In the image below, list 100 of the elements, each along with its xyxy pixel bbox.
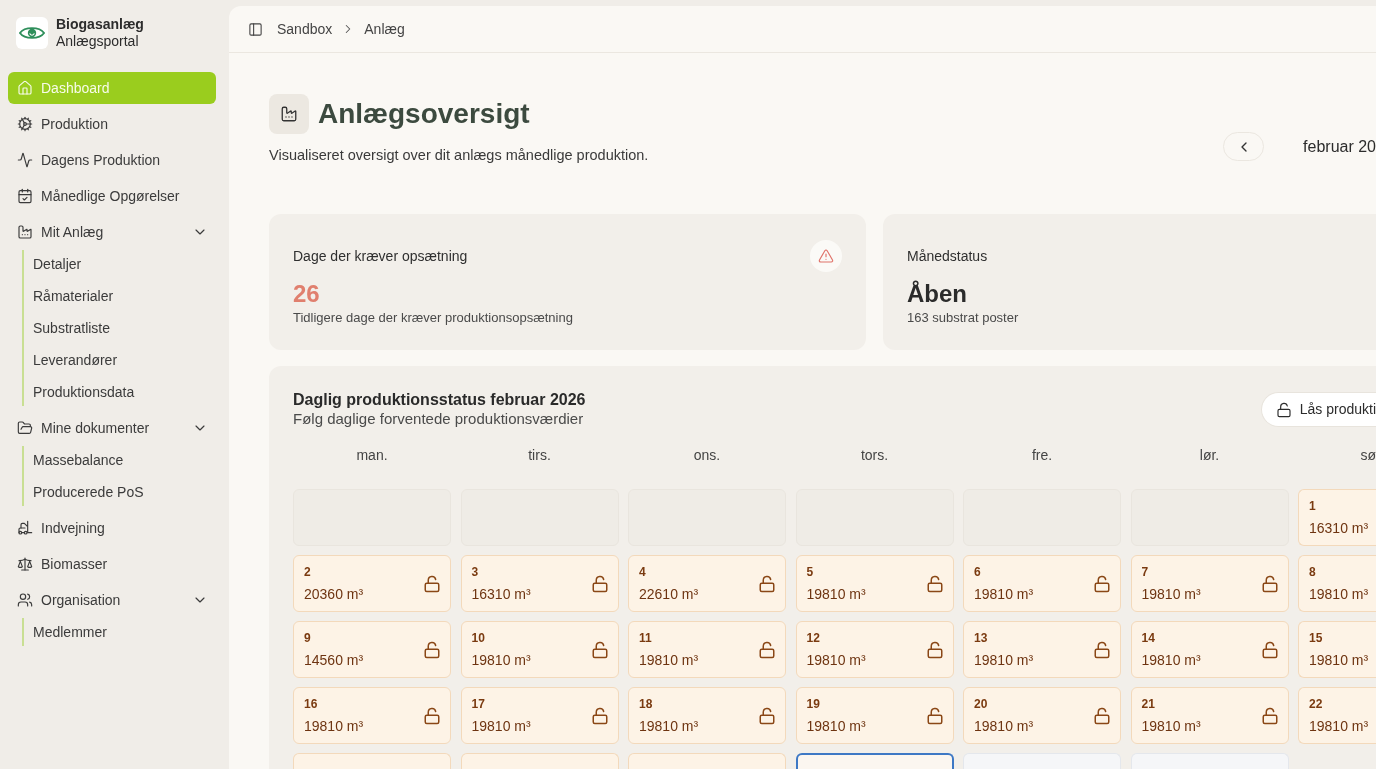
stat-note: Tidligere dage der kræver produktionsopsætning [293,310,573,326]
padlock-open-icon[interactable] [590,706,609,725]
nav-item[interactable]: Indvejning [8,512,216,544]
padlock-open-icon[interactable] [590,574,609,593]
production-value: 16310 m³ [471,584,531,604]
forklift-icon [17,520,33,536]
day-cell[interactable]: 5 19810 m³ [795,555,954,612]
production-value: 19810 m³ [806,584,866,604]
calendar-check-icon [17,188,33,204]
day-cell[interactable]: 2 20360 m³ [293,555,451,612]
day-cell[interactable]: 9 14560 m³ [293,621,451,678]
day-number: 1 [1309,497,1316,514]
weekday-label: man. [356,446,388,465]
weekday-label: lør. [1199,446,1220,465]
day-cell[interactable]: 15 19810 m³ [1298,621,1376,678]
padlock-open-icon[interactable] [925,640,944,659]
nav-item[interactable]: Mit Anlæg [8,216,216,248]
day-cell[interactable] [628,753,786,769]
day-number: 4 [639,563,646,580]
day-cell[interactable] [460,753,619,769]
day-cell[interactable]: 1 16310 m³ [1298,489,1376,546]
padlock-open-icon[interactable] [423,574,441,593]
production-value: 19810 m³ [639,716,699,736]
day-number: 7 [1141,563,1149,580]
nav-item[interactable]: Mine dokumenter [8,412,216,444]
padlock-open-icon[interactable] [423,706,441,725]
stat-label: Dage der kræver opsætning [293,246,468,266]
nav-item[interactable]: Organisation [8,584,216,616]
day-number: 12 [806,629,820,646]
day-number: 14 [1141,629,1155,646]
calendar-subtitle: Følg daglige forventede produktionsværdier [293,410,584,428]
gear-icon [17,116,33,132]
today-cell[interactable] [795,753,954,769]
padlock-open-icon[interactable] [590,640,609,659]
day-cell[interactable]: 3 16310 m³ [460,555,619,612]
day-cell[interactable]: 18 19810 m³ [628,687,786,744]
weekday-label: tirs. [528,446,551,465]
day-cell[interactable]: 12 19810 m³ [795,621,954,678]
breadcrumb-link[interactable]: Sandbox [277,18,333,40]
day-cell[interactable]: 8 19810 m³ [1298,555,1376,612]
day-cell[interactable]: 17 19810 m³ [460,687,619,744]
production-value: 16310 m³ [1309,518,1369,538]
padlock-open-icon[interactable] [1260,640,1279,659]
nav-subitem[interactable]: Detaljer [27,250,216,278]
production-value: 19810 m³ [1141,716,1201,736]
weekday-label: tors. [860,446,889,465]
day-number: 20 [974,695,988,712]
production-value: 19810 m³ [471,650,531,670]
padlock-open-icon[interactable] [1093,574,1111,593]
day-number: 16 [304,695,318,712]
nav-subitem[interactable]: Substratliste [27,314,216,342]
nav-subitem[interactable]: Leverandører [27,346,216,374]
production-value: 19810 m³ [806,716,866,736]
nav-item[interactable]: Biomasser [8,548,216,580]
day-number: 10 [471,629,485,646]
padlock-open-icon[interactable] [925,574,944,593]
scale-icon [17,556,33,572]
day-cell[interactable]: 4 22610 m³ [628,555,786,612]
nav-item[interactable]: Produktion [8,108,216,140]
day-cell[interactable] [293,753,451,769]
padlock-open-icon[interactable] [758,640,776,659]
nav-subitem[interactable]: Massebalance [27,446,216,474]
production-value: 19810 m³ [974,716,1034,736]
padlock-open-icon[interactable] [925,706,944,725]
day-cell[interactable]: 22 19810 m³ [1298,687,1376,744]
stat-value: Åben [907,279,967,309]
padlock-open-icon[interactable] [1093,706,1111,725]
nav-item[interactable]: Månedlige Opgørelser [8,180,216,212]
nav-subitem[interactable]: Medlemmer [27,618,216,646]
nav-item[interactable]: Dagens Produktion [8,144,216,176]
padlock-open-icon[interactable] [1093,640,1111,659]
lock-production-button[interactable]: Lås produkti [1260,392,1376,427]
nav-subitem[interactable]: Produktionsdata [27,378,216,406]
padlock-open-icon[interactable] [1260,706,1279,725]
day-cell[interactable]: 10 19810 m³ [460,621,619,678]
sidebar-toggle-icon[interactable] [248,21,263,37]
production-value: 20360 m³ [304,584,364,604]
day-cell[interactable]: 16 19810 m³ [293,687,451,744]
day-cell[interactable]: 14 19810 m³ [1130,621,1289,678]
day-cell[interactable]: 11 19810 m³ [628,621,786,678]
padlock-open-icon[interactable] [758,574,776,593]
day-number: 11 [639,629,652,646]
weekday-label: fre. [1031,446,1053,465]
padlock-open-icon[interactable] [423,640,441,659]
day-cell[interactable]: 13 19810 m³ [963,621,1121,678]
production-value: 19810 m³ [1141,650,1201,670]
day-number: 22 [1309,695,1323,712]
day-cell[interactable]: 7 19810 m³ [1130,555,1289,612]
nav-subitem[interactable]: Producerede PoS [27,478,216,506]
padlock-open-icon[interactable] [1260,574,1279,593]
production-value: 19810 m³ [806,650,866,670]
day-cell[interactable]: 19 19810 m³ [795,687,954,744]
day-cell[interactable]: 6 19810 m³ [963,555,1121,612]
day-number: 9 [304,629,311,646]
padlock-open-icon[interactable] [758,706,776,725]
nav-subitem[interactable]: Råmaterialer [27,282,216,310]
day-number: 19 [806,695,820,712]
day-cell[interactable]: 20 19810 m³ [963,687,1121,744]
production-value: 19810 m³ [974,650,1034,670]
day-cell[interactable]: 21 19810 m³ [1130,687,1289,744]
